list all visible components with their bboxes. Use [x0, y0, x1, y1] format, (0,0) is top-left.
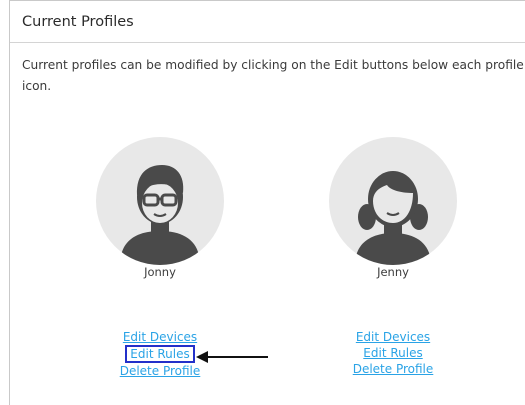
- edit-rules-link[interactable]: Edit Rules: [313, 345, 473, 361]
- boy-with-glasses-icon: [120, 165, 200, 265]
- profile-name: Jenny: [377, 265, 409, 279]
- profile-card-jenny[interactable]: Jenny: [329, 137, 459, 297]
- edit-devices-link[interactable]: Edit Devices: [313, 329, 473, 345]
- panel-title: Current Profiles: [22, 14, 134, 30]
- edit-rules-highlight: Edit Rules: [125, 345, 195, 363]
- arrow-left-icon: [196, 351, 268, 363]
- girl-with-pigtails-icon: [355, 171, 431, 265]
- profile-avatar[interactable]: [96, 137, 224, 265]
- current-profiles-panel: Current Profiles Current profiles can be…: [9, 0, 525, 405]
- panel-header: Current Profiles: [10, 1, 525, 43]
- profile-avatar[interactable]: [329, 137, 457, 265]
- edit-devices-link[interactable]: Edit Devices: [80, 329, 240, 345]
- delete-profile-link[interactable]: Delete Profile: [80, 363, 240, 379]
- panel-description: Current profiles can be modified by clic…: [22, 58, 524, 93]
- profile-card-jonny[interactable]: Jonny: [96, 137, 226, 297]
- profile-name: Jonny: [144, 265, 176, 279]
- delete-profile-link[interactable]: Delete Profile: [313, 361, 473, 377]
- profile-links-jenny: Edit Devices Edit Rules Delete Profile: [313, 329, 473, 377]
